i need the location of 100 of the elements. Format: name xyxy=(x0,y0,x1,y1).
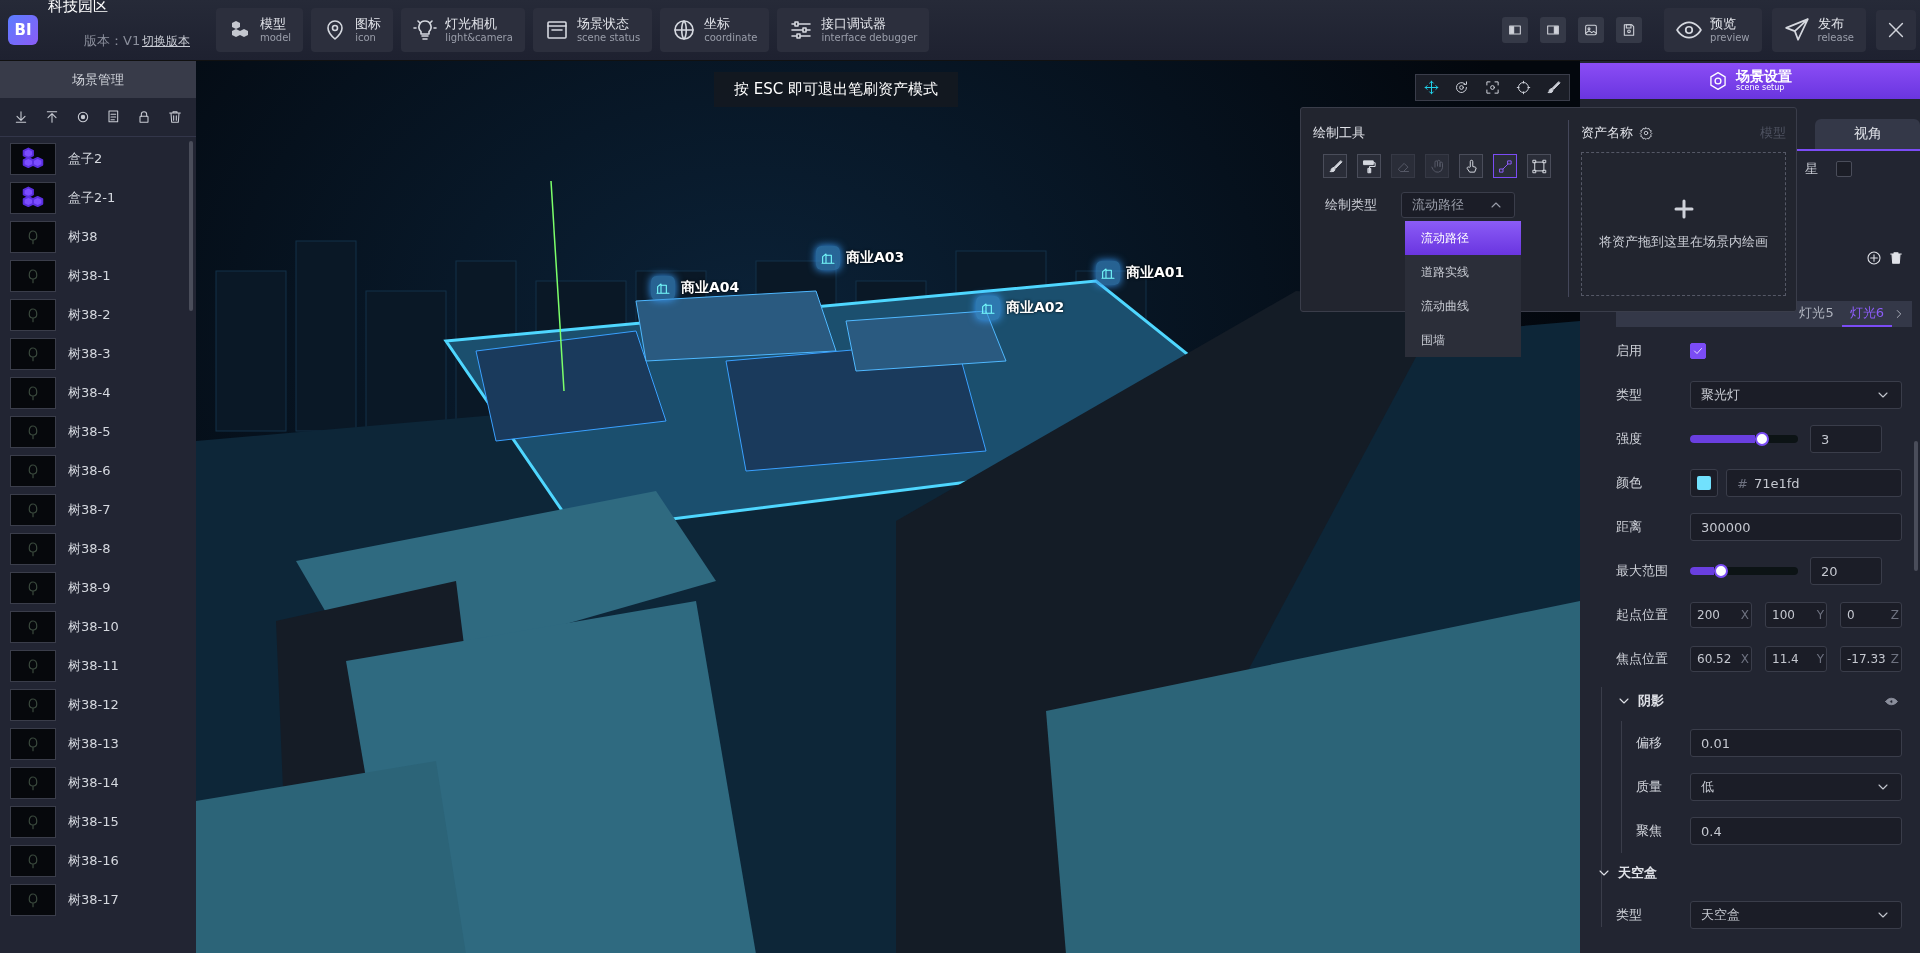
slider-thumb[interactable] xyxy=(1754,432,1769,446)
pointer-hand-icon xyxy=(1463,158,1479,174)
scene-list-item[interactable]: 树38-9 xyxy=(0,568,196,607)
slider-track[interactable] xyxy=(1690,435,1798,443)
coordinate-input-field[interactable]: 11.4 Y xyxy=(1765,646,1827,672)
checkbox[interactable] xyxy=(1836,161,1852,177)
left-panel-toggle-icon[interactable] xyxy=(1502,17,1529,43)
scene-list-item[interactable]: 树38-12 xyxy=(0,685,196,724)
coordinate-input-field[interactable]: 0 Z xyxy=(1840,602,1902,628)
scene-list-item[interactable]: 树38-10 xyxy=(0,607,196,646)
building-marker-label: 商业A02 xyxy=(1006,299,1065,317)
enable-checkbox[interactable] xyxy=(1690,343,1706,359)
rotate-icon[interactable] xyxy=(1454,80,1470,95)
coordinate-input-field[interactable]: 100 Y xyxy=(1765,602,1827,628)
draw-tool-button[interactable] xyxy=(1459,154,1483,178)
field-label: 焦点位置 xyxy=(1616,650,1669,668)
scene-list-item[interactable]: 树38-7 xyxy=(0,490,196,529)
panel-tab[interactable]: 视角 xyxy=(1815,119,1920,149)
slider-track[interactable] xyxy=(1690,567,1798,575)
select-field[interactable]: 低 xyxy=(1690,773,1902,801)
sliders-icon xyxy=(789,18,814,42)
scene-list-item[interactable]: 树38-2 xyxy=(0,295,196,334)
color-input-field[interactable]: # 71e1fd xyxy=(1726,469,1902,497)
dropdown-option[interactable]: 围墙 xyxy=(1405,323,1521,357)
dropdown-option[interactable]: 流动路径 xyxy=(1405,221,1521,255)
select-field[interactable]: 聚光灯 xyxy=(1690,381,1902,409)
scene-list-item[interactable]: 树38-15 xyxy=(0,802,196,841)
field-label: 强度 xyxy=(1616,430,1643,448)
dropdown-option[interactable]: 道路实线 xyxy=(1405,255,1521,289)
scene-list-item[interactable]: 树38-6 xyxy=(0,451,196,490)
input-field[interactable]: 3 xyxy=(1810,425,1882,453)
toolbar-button[interactable]: 坐标 coordinate xyxy=(660,8,770,52)
select-field[interactable]: 天空盒 xyxy=(1690,901,1902,929)
trash-icon[interactable] xyxy=(1888,250,1904,266)
scene-list-item[interactable]: 树38-4 xyxy=(0,373,196,412)
scene-list-item[interactable]: 树38-14 xyxy=(0,763,196,802)
panel-header: 场景管理 xyxy=(0,61,196,98)
field-label: 聚焦 xyxy=(1636,822,1663,840)
move-icon[interactable] xyxy=(1423,80,1439,95)
building-marker-icon[interactable] xyxy=(816,246,840,270)
add-icon[interactable] xyxy=(1866,250,1882,266)
image-icon[interactable] xyxy=(1578,17,1605,43)
field-label: 距离 xyxy=(1616,518,1643,536)
draw-tool-button[interactable] xyxy=(1357,154,1381,178)
hand-icon xyxy=(1429,158,1445,174)
building-marker-icon[interactable] xyxy=(976,296,1000,320)
brush-icon[interactable] xyxy=(1546,80,1562,95)
scene-list-item[interactable]: 树38-11 xyxy=(0,646,196,685)
scene-list-item[interactable]: 树38-13 xyxy=(0,724,196,763)
asset-drop-zone[interactable]: 将资产拖到这里在场景内绘画 xyxy=(1581,152,1786,296)
scene-list-item[interactable]: 树38-17 xyxy=(0,880,196,919)
toolbar-button[interactable]: 灯光相机 light&camera xyxy=(401,8,525,52)
top-action-button[interactable]: 发布 release xyxy=(1771,8,1866,52)
field-label: 类型 xyxy=(1616,906,1643,924)
input-field[interactable]: 300000 xyxy=(1690,513,1902,541)
input-field[interactable]: 0.01 xyxy=(1690,729,1902,757)
color-picker-button[interactable] xyxy=(1690,469,1718,497)
building-marker-icon[interactable] xyxy=(651,276,675,300)
switch-version-link[interactable]: 切换版本 xyxy=(142,33,190,49)
dropdown-option[interactable]: 流动曲线 xyxy=(1405,289,1521,323)
section-title: 天空盒 xyxy=(1618,864,1658,882)
trash-icon[interactable] xyxy=(166,109,183,125)
draw-tool-button[interactable] xyxy=(1527,154,1551,178)
window-icon xyxy=(544,18,569,42)
scene-setup-button[interactable]: 场景设置 scene setup xyxy=(1580,63,1920,99)
draw-tool-button[interactable] xyxy=(1323,154,1347,178)
toolbar-button[interactable]: 接口调试器 interface debugger xyxy=(777,8,930,52)
close-icon[interactable] xyxy=(1876,10,1916,50)
scene-list-item[interactable]: 树38-5 xyxy=(0,412,196,451)
right-panel-toggle-icon[interactable] xyxy=(1540,17,1567,43)
scene-list-item[interactable]: 树38-8 xyxy=(0,529,196,568)
esc-hint-banner: 按 ESC 即可退出笔刷资产模式 xyxy=(714,72,958,107)
paint-roller-icon xyxy=(1361,158,1377,174)
input-field[interactable]: 20 xyxy=(1810,557,1882,585)
scene-list-item[interactable]: 树38-3 xyxy=(0,334,196,373)
settings-icon[interactable] xyxy=(1639,126,1653,140)
circle-icon[interactable] xyxy=(1515,80,1531,95)
coordinate-input-field[interactable]: 200 X xyxy=(1690,602,1752,628)
upload-icon[interactable] xyxy=(44,109,60,125)
field-label: 类型 xyxy=(1616,386,1643,404)
toolbar-button[interactable]: 场景状态 scene status xyxy=(532,8,653,52)
field-label: 最大范围 xyxy=(1616,562,1669,580)
scene-list-item[interactable]: 树38-1 xyxy=(0,256,196,295)
slider-thumb[interactable] xyxy=(1713,564,1728,578)
scene-list-item[interactable]: 树38-16 xyxy=(0,841,196,880)
light-tab[interactable]: 灯光5 xyxy=(1791,301,1842,327)
save-icon[interactable] xyxy=(1616,17,1643,43)
coordinate-input-field[interactable]: -17.33 Z xyxy=(1840,646,1902,672)
scale-icon[interactable] xyxy=(1485,80,1500,95)
toolbar-button[interactable]: 模型 model xyxy=(216,8,304,52)
coordinate-input-field[interactable]: 60.52 X xyxy=(1690,646,1752,672)
light-bulb-icon xyxy=(413,18,438,42)
top-action-button[interactable]: 预览 preview xyxy=(1664,8,1762,52)
building-marker-icon[interactable] xyxy=(1096,261,1120,285)
scene-list-item[interactable]: 树38 xyxy=(0,217,196,256)
toolbar-button[interactable]: 图标 icon xyxy=(311,8,394,52)
scene-list-item[interactable]: 盒子2-1 xyxy=(0,178,196,217)
scene-list-item[interactable]: 盒子2 xyxy=(0,139,196,178)
input-field[interactable]: 0.4 xyxy=(1690,817,1902,845)
draw-type-select[interactable]: 流动路径 xyxy=(1401,192,1515,218)
